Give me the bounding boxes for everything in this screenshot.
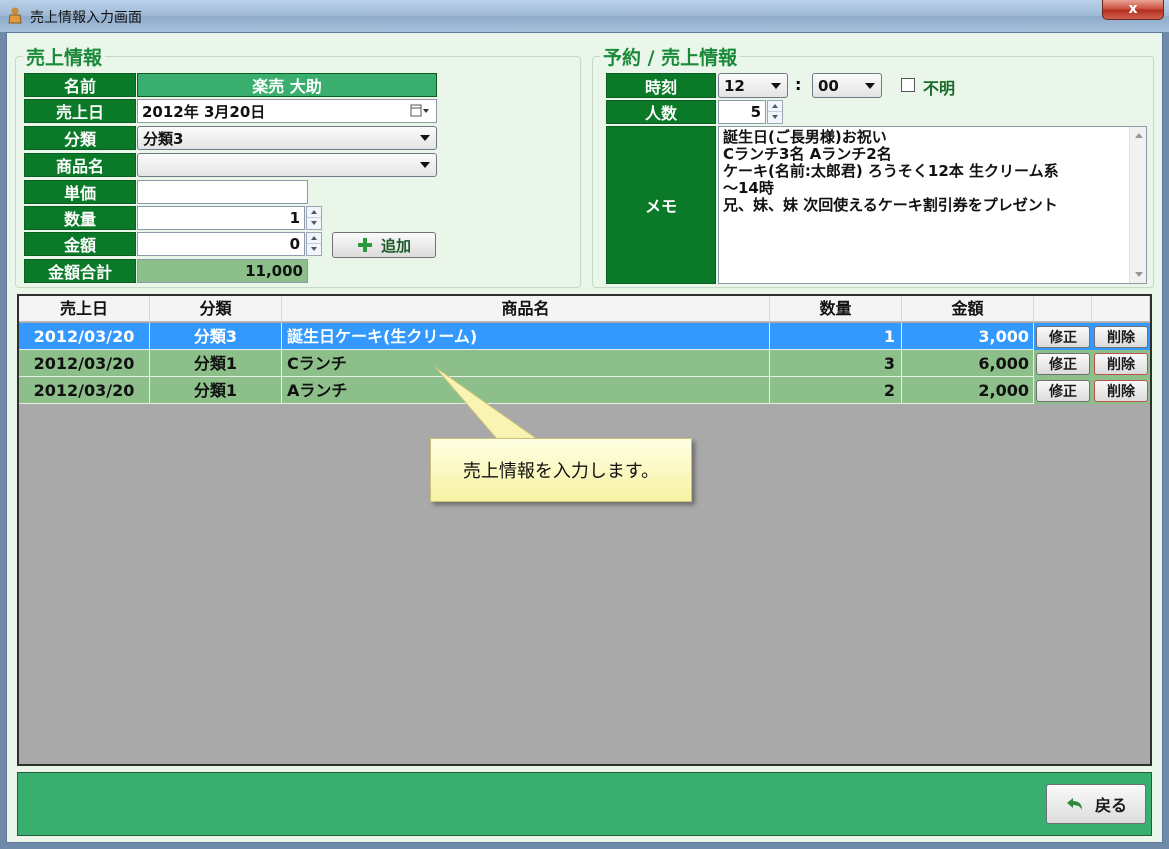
cell-qty: 3 xyxy=(770,350,902,377)
close-button[interactable]: x xyxy=(1102,0,1164,20)
header-amount[interactable]: 金額 xyxy=(902,296,1034,322)
hour-value: 12 xyxy=(724,76,745,95)
cell-category: 分類1 xyxy=(150,377,282,404)
delete-button[interactable]: 削除 xyxy=(1094,326,1148,348)
undo-arrow-icon xyxy=(1066,798,1082,810)
amount-value: 0 xyxy=(289,235,300,253)
amount-spinner[interactable] xyxy=(306,232,322,256)
memo-line: 兄、妹、妹 次回使えるケーキ割引券をプレゼント xyxy=(723,196,1058,214)
help-callout: 売上情報を入力します。 xyxy=(430,438,692,502)
back-button[interactable]: 戻る xyxy=(1046,784,1146,824)
unknown-checkbox[interactable] xyxy=(901,78,915,92)
callout-text: 売上情報を入力します。 xyxy=(462,461,660,482)
sales-grid: 売上日 分類 商品名 数量 金額 2012/03/20 分類3 誕生日ケーキ(生… xyxy=(17,294,1152,766)
header-product[interactable]: 商品名 xyxy=(282,296,770,322)
calendar-dropdown-icon[interactable] xyxy=(410,104,430,118)
window-title: 売上情報入力画面 xyxy=(30,10,142,26)
name-value: 楽売 大助 xyxy=(137,73,437,97)
memo-line: ケーキ(名前:太郎君) ろうそく12本 生クリーム系 xyxy=(723,162,1059,180)
header-delete xyxy=(1092,296,1150,322)
amount-input[interactable]: 0 xyxy=(137,232,305,256)
app-icon xyxy=(8,7,22,24)
name-label: 名前 xyxy=(24,73,136,97)
cell-amount: 2,000 xyxy=(902,377,1034,404)
title-bar: 売上情報入力画面 x xyxy=(0,0,1169,32)
callout-pointer xyxy=(434,366,539,440)
minute-value: 00 xyxy=(818,76,839,95)
people-spinner[interactable] xyxy=(767,100,783,124)
header-qty[interactable]: 数量 xyxy=(770,296,902,322)
price-label: 単価 xyxy=(24,180,136,204)
client-area: 売上情報 名前 楽売 大助 売上日 2012年 3月20日 分類 分類3 商品名… xyxy=(6,32,1163,843)
reservation-title: 予約 / 売上情報 xyxy=(600,43,741,70)
memo-scrollbar[interactable] xyxy=(1129,127,1146,283)
plus-icon xyxy=(357,238,372,252)
qty-spinner[interactable] xyxy=(306,206,322,230)
date-value: 2012年 3月20日 xyxy=(142,102,266,121)
chevron-down-icon xyxy=(420,135,430,141)
memo-label: メモ xyxy=(606,126,716,284)
category-value: 分類3 xyxy=(143,129,184,148)
table-row[interactable]: 2012/03/20 分類1 Cランチ 3 6,000 修正 削除 xyxy=(19,350,1150,377)
minute-select[interactable]: 00 xyxy=(812,73,882,98)
cell-category: 分類3 xyxy=(150,323,282,350)
memo-line: 誕生日(ご長男様)お祝い xyxy=(723,128,887,146)
qty-input[interactable]: 1 xyxy=(137,206,305,230)
unknown-label: 不明 xyxy=(923,79,956,98)
memo-line: ～14時 xyxy=(723,179,774,197)
back-label: 戻る xyxy=(1094,796,1127,815)
edit-button[interactable]: 修正 xyxy=(1036,380,1090,402)
header-edit xyxy=(1034,296,1092,322)
chevron-down-icon xyxy=(865,82,875,89)
memo-line: Cランチ3名 Aランチ2名 xyxy=(723,145,892,163)
delete-button[interactable]: 削除 xyxy=(1094,380,1148,402)
add-button[interactable]: 追加 xyxy=(332,232,436,258)
chevron-down-icon xyxy=(771,82,781,89)
header-date[interactable]: 売上日 xyxy=(19,296,150,322)
time-colon: : xyxy=(795,75,802,94)
cell-date: 2012/03/20 xyxy=(19,377,150,404)
cell-amount: 6,000 xyxy=(902,350,1034,377)
edit-button[interactable]: 修正 xyxy=(1036,353,1090,375)
hour-select[interactable]: 12 xyxy=(718,73,788,98)
people-input[interactable]: 5 xyxy=(718,100,766,124)
category-select[interactable]: 分類3 xyxy=(137,126,437,150)
table-row[interactable]: 2012/03/20 分類3 誕生日ケーキ(生クリーム) 1 3,000 修正 … xyxy=(19,323,1150,350)
table-row[interactable]: 2012/03/20 分類1 Aランチ 2 2,000 修正 削除 xyxy=(19,377,1150,404)
product-select[interactable] xyxy=(137,153,437,177)
cell-date: 2012/03/20 xyxy=(19,323,150,350)
chevron-down-icon xyxy=(420,162,430,168)
date-picker[interactable]: 2012年 3月20日 xyxy=(137,99,437,123)
cell-qty: 2 xyxy=(770,377,902,404)
cell-amount: 3,000 xyxy=(902,323,1034,350)
price-input[interactable] xyxy=(137,180,308,204)
header-category[interactable]: 分類 xyxy=(150,296,282,322)
cell-category: 分類1 xyxy=(150,350,282,377)
memo-textarea[interactable]: 誕生日(ご長男様)お祝い Cランチ3名 Aランチ2名 ケーキ(名前:太郎君) ろ… xyxy=(718,126,1147,284)
edit-button[interactable]: 修正 xyxy=(1036,326,1090,348)
footer-bar: 戻る xyxy=(17,772,1152,836)
people-label: 人数 xyxy=(606,100,716,124)
qty-label: 数量 xyxy=(24,206,136,230)
product-label: 商品名 xyxy=(24,153,136,177)
time-label: 時刻 xyxy=(606,73,716,98)
delete-button[interactable]: 削除 xyxy=(1094,353,1148,375)
people-value: 5 xyxy=(750,103,761,121)
total-label: 金額合計 xyxy=(24,259,136,283)
category-label: 分類 xyxy=(24,126,136,150)
cell-product: 誕生日ケーキ(生クリーム) xyxy=(282,323,770,350)
sales-info-title: 売上情報 xyxy=(23,43,106,70)
cell-date: 2012/03/20 xyxy=(19,350,150,377)
cell-qty: 1 xyxy=(770,323,902,350)
add-label: 追加 xyxy=(380,236,411,255)
total-value: 11,000 xyxy=(137,259,308,283)
grid-header: 売上日 分類 商品名 数量 金額 xyxy=(19,296,1150,322)
qty-value: 1 xyxy=(289,209,300,227)
amount-label: 金額 xyxy=(24,232,136,256)
date-label: 売上日 xyxy=(24,99,136,123)
